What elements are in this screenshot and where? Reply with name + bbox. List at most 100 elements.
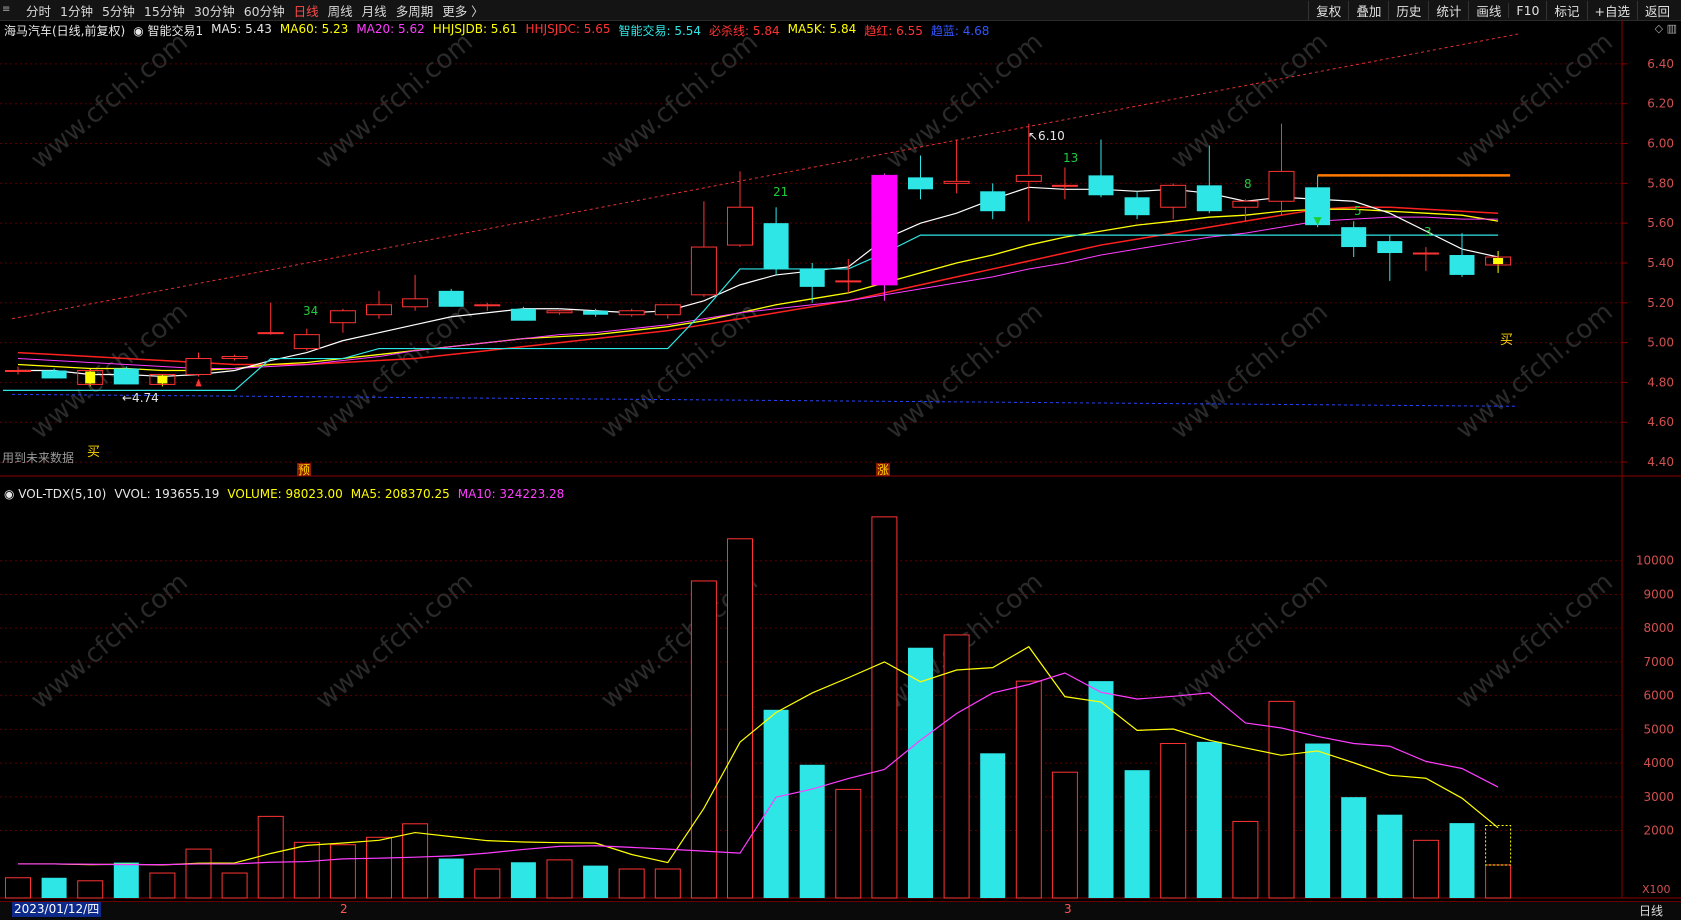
volume-tick-label: 7000 [1643, 655, 1674, 669]
watermark-text: www.cfchi.com [25, 567, 194, 715]
volume-bar-down [763, 709, 789, 898]
volume-bar-up [546, 859, 573, 899]
count-label: 3 [1424, 225, 1432, 239]
date-indicator[interactable]: 2023/01/12/四 [12, 902, 102, 917]
watermark-text: www.cfchi.com [1450, 297, 1619, 445]
legend-stock-name: 海马汽车(日线,前复权) [4, 24, 126, 38]
vol-volume: VOLUME: 98023.00 [227, 487, 343, 501]
volume-tick-label: 3000 [1643, 790, 1674, 804]
volume-bar-down [41, 877, 67, 898]
buy-signal-label: 买 [1500, 333, 1513, 348]
volume-bar-up [1268, 700, 1295, 899]
trend-blue-line [11, 393, 1519, 407]
volume-bar-up [185, 848, 212, 899]
volume-bar-up [1160, 743, 1187, 899]
price-tick-label: 5.00 [1647, 336, 1674, 350]
volume-legend: ◉ VOL-TDX(5,10) VVOL: 193655.19 VOLUME: … [4, 487, 564, 503]
candle-body-down [1124, 197, 1150, 216]
candle-body-down [583, 310, 609, 315]
volume-bar-up [727, 538, 753, 899]
candle-body-up [618, 310, 645, 316]
volume-tick-label: 10000 [1636, 554, 1674, 568]
watermark-text: www.cfchi.com [310, 27, 479, 175]
price-tick-label: 6.40 [1647, 57, 1674, 71]
candle-body-down [980, 191, 1006, 212]
candle-body-up [835, 280, 862, 283]
candle-body-up [727, 206, 753, 246]
price-tick-label: 4.40 [1647, 455, 1674, 469]
legend-indicator-name[interactable]: ◉ 智能交易1 [133, 22, 203, 38]
volume-bar-up [1232, 820, 1259, 899]
candle-body-down [1449, 255, 1475, 275]
kline-chart[interactable]: 6.40 6.20 6.00 5.80 5.60 5.40 5.20 5.00 4.80 4.60… [0, 0, 1681, 919]
volume-bar-up [366, 836, 392, 899]
volume-bar-up [5, 877, 31, 899]
price-tick-label: 6.00 [1647, 137, 1674, 151]
candle-body-down [908, 177, 933, 190]
volume-bar-down [1341, 797, 1367, 898]
candle-body-down [510, 308, 536, 321]
volume-bar-up [474, 868, 501, 899]
volume-tick-label: 2000 [1643, 824, 1674, 838]
month-label-mar: 3 [1064, 902, 1072, 916]
candle-body-down [41, 370, 67, 379]
price-tick-label: 5.80 [1647, 176, 1674, 190]
price-tick-label: 5.20 [1647, 296, 1674, 310]
volume-bar-down [1305, 743, 1331, 898]
candle-body-up [293, 334, 320, 350]
candle-body-up [1268, 170, 1295, 202]
count-label: 5 [1354, 204, 1362, 218]
candle-body-up [329, 310, 356, 324]
candle-body-yellow [1493, 258, 1504, 265]
volume-bar-down [113, 862, 139, 898]
zhang-marker-label: 涨 [877, 462, 889, 477]
count-label: 8 [1244, 177, 1252, 191]
volume-bar-down [908, 647, 933, 898]
count-label: 34 [303, 304, 318, 318]
legend-ma5k: MA5K: 5.84 [787, 22, 857, 36]
volume-bar-up [1412, 839, 1439, 899]
volume-bar-up [1485, 864, 1512, 899]
candle-body-magenta [871, 174, 898, 286]
legend-ma60: MA60: 5.23 [279, 22, 349, 36]
volume-bar-down [1449, 823, 1475, 898]
vol-ma5: MA5: 208370.25 [350, 487, 450, 501]
candle-body-down [763, 223, 789, 269]
candle-body-up [5, 369, 31, 372]
watermark-text: www.cfchi.com [595, 27, 764, 175]
vol-indicator-name[interactable]: ◉ VOL-TDX(5,10) [4, 487, 106, 503]
watermark-text: www.cfchi.com [1165, 567, 1334, 715]
status-bar [0, 901, 1681, 920]
candle-body-down [438, 290, 464, 307]
window-controls-icon[interactable]: ◇ ▥ [1655, 22, 1677, 35]
volume-tick-label: 6000 [1643, 689, 1674, 703]
legend-smart-trade: 智能交易: 5.54 [618, 24, 702, 38]
volume-bar-up [257, 815, 284, 899]
candle-body-up [185, 358, 212, 375]
price-tick-label: 4.60 [1647, 415, 1674, 429]
volume-bar-up [149, 872, 176, 899]
candle-body-up [654, 304, 681, 316]
volume-bar-down [799, 764, 825, 898]
watermark-text: www.cfchi.com [1450, 567, 1619, 715]
legend-hhjsjdc: HHJSJDC: 5.65 [525, 22, 611, 36]
future-data-note: 用到未来数据 [2, 451, 75, 465]
legend-ma5: MA5: 5.43 [211, 22, 272, 36]
candle-body-up [1412, 252, 1439, 255]
candle-body-up [1051, 184, 1078, 187]
candle-body-up [366, 304, 392, 316]
volume-bar-down [1196, 741, 1222, 898]
volume-bar-up [1015, 680, 1042, 899]
legend-trend-red: 趋红: 6.55 [864, 24, 923, 38]
volume-bar-up [329, 844, 356, 899]
vol-vvol: VVOL: 193655.19 [114, 487, 220, 501]
high-price-label: ↖6.10 [1028, 129, 1065, 143]
volume-bar-projection [1485, 824, 1512, 866]
volume-bar-up [1051, 771, 1078, 899]
volume-bar-down [583, 865, 609, 898]
legend-trend-blue: 趋蓝: 4.68 [930, 24, 990, 38]
candle-body-up [1015, 174, 1042, 182]
legend-hhjsjdb: HHJSJDB: 5.61 [432, 22, 518, 36]
volume-bar-up [654, 868, 681, 899]
volume-bar-down [510, 862, 536, 898]
